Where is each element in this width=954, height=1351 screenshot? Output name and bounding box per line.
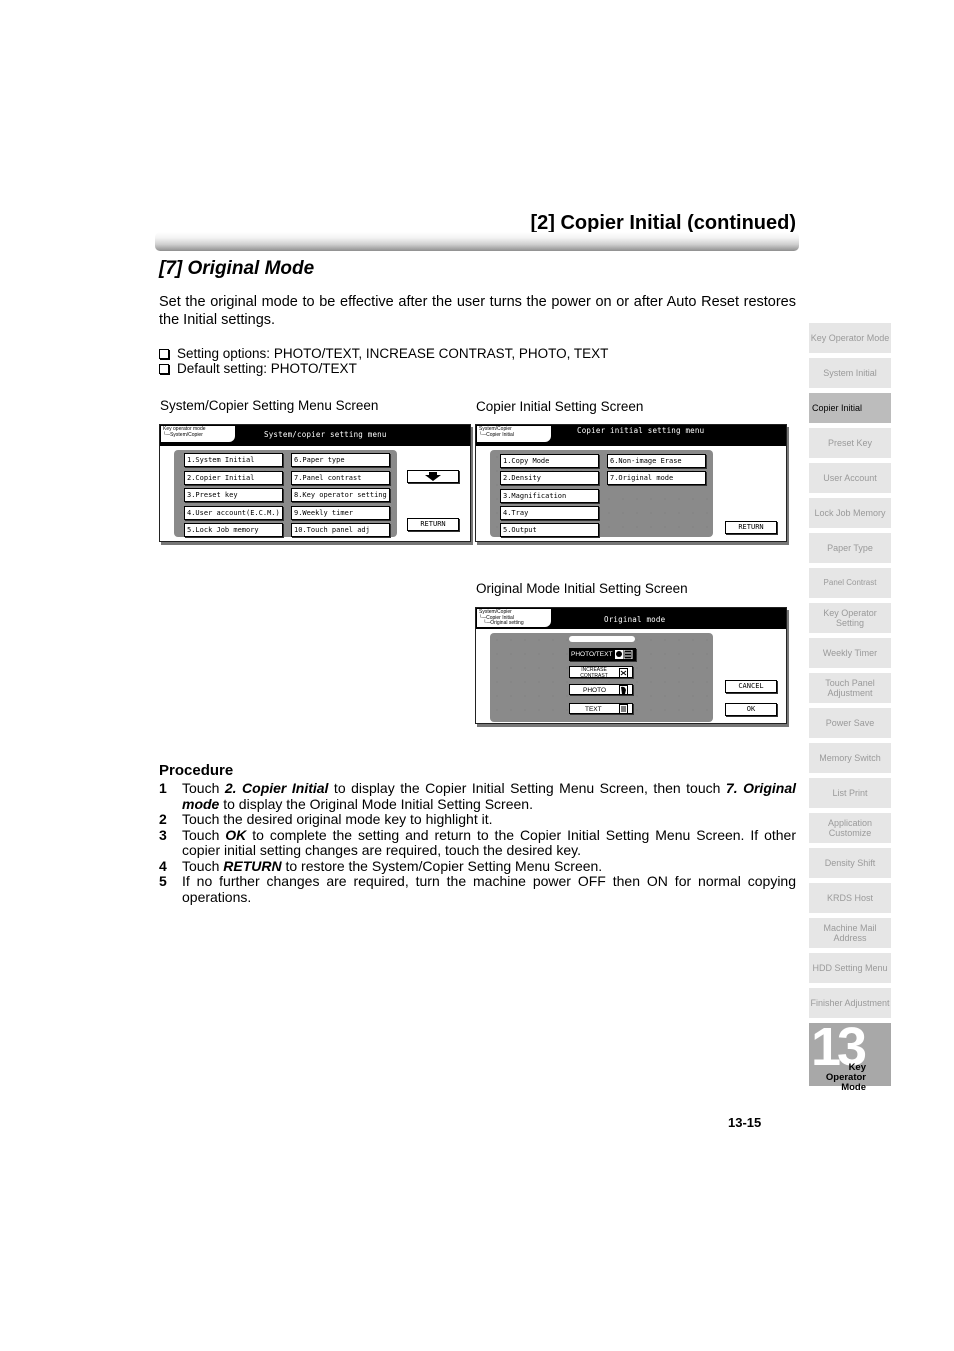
screen-title: Original mode (604, 615, 666, 624)
original-mode-screen: System/Copier └─Copier Initial └─Origina… (475, 607, 787, 724)
tab-paper-type[interactable]: Paper Type (809, 533, 891, 563)
tab-list-print[interactable]: List Print (809, 778, 891, 808)
procedure-step: 4 Touch RETURN to restore the System/Cop… (159, 857, 603, 874)
screen-header: System/Copier └─Copier Initial └─Origina… (476, 608, 786, 629)
menu-key[interactable]: 10.Touch panel adj (291, 523, 390, 537)
tab-hdd-setting-menu[interactable]: HDD Setting Menu (809, 953, 891, 983)
figure-caption: Copier Initial Setting Screen (476, 399, 644, 414)
title-bar-divider (155, 232, 799, 251)
tab-application-customize[interactable]: Application Customize (809, 813, 891, 843)
tab-krds-host[interactable]: KRDS Host (809, 883, 891, 913)
figure-caption: System/Copier Setting Menu Screen (160, 398, 379, 413)
breadcrumb: System/Copier └─Copier Initial (477, 426, 551, 442)
tab-system-initial[interactable]: System Initial (809, 358, 891, 388)
option-text[interactable]: TEXT (569, 703, 633, 714)
breadcrumb: System/Copier └─Copier Initial └─Origina… (477, 609, 551, 627)
option-photo-text[interactable]: PHOTO/TEXT (569, 648, 636, 661)
menu-key[interactable]: 6.Non-image Erase (607, 454, 706, 468)
menu-key[interactable]: 4.Tray (500, 506, 599, 520)
emphasis-copier-initial: 2. Copier Initial (224, 780, 329, 796)
system-copier-screen: Key operator mode └─System/Copier System… (159, 424, 471, 542)
procedure-steps: 1 Touch 2. Copier Initial to display the… (159, 780, 796, 905)
procedure-title: Procedure (159, 762, 234, 779)
bullet-item: Setting options: PHOTO/TEXT, INCREASE CO… (159, 346, 608, 361)
tab-machine-mail-address[interactable]: Machine Mail Address (809, 918, 891, 948)
copier-initial-screen: System/Copier └─Copier Initial Copier in… (475, 424, 787, 542)
intro-paragraph: Set the original mode to be effective af… (159, 294, 796, 328)
menu-key[interactable]: 4.User account(E.C.M.) (184, 506, 283, 520)
page-number: 13-15 (728, 1115, 762, 1130)
tab-density-shift[interactable]: Density Shift (809, 848, 891, 878)
menu-key[interactable]: 1.System Initial (184, 453, 283, 467)
screen-header: System/Copier └─Copier Initial Copier in… (476, 425, 786, 446)
option-photo[interactable]: PHOTO (569, 684, 633, 695)
checkbox-bullet-icon (159, 348, 169, 359)
menu-key[interactable]: 9.Weekly timer (291, 506, 390, 520)
menu-key[interactable]: 6.Paper type (291, 453, 390, 467)
photo-icon (619, 685, 628, 695)
menu-key[interactable]: 3.Magnification (500, 489, 599, 503)
option-increase-contrast[interactable]: INCREASE CONTRAST (569, 666, 633, 678)
screen-header: Key operator mode └─System/Copier System… (160, 425, 470, 446)
settings-bullets: Setting options: PHOTO/TEXT, INCREASE CO… (159, 346, 608, 376)
menu-key[interactable]: 2.Copier Initial (184, 471, 283, 485)
procedure-step: 5 If no further changes are required, tu… (159, 873, 796, 905)
menu-key[interactable]: 3.Preset key (184, 488, 283, 502)
emphasis-return: RETURN (223, 857, 282, 874)
menu-key[interactable]: 1.Copy Mode (500, 454, 599, 468)
procedure-step: 3 Touch OK to complete the setting and r… (159, 826, 796, 858)
tab-copier-initial[interactable]: Copier Initial (809, 393, 891, 423)
tab-panel-contrast[interactable]: Panel Contrast (809, 568, 891, 598)
tab-user-account[interactable]: User Account (809, 463, 891, 493)
menu-key[interactable]: 2.Density (500, 471, 599, 485)
tab-key-operator-mode[interactable]: Key Operator Mode (809, 323, 891, 353)
tab-lock-job-memory[interactable]: Lock Job Memory (809, 498, 891, 528)
next-page-button[interactable] (407, 470, 459, 483)
down-arrow-icon (425, 471, 441, 481)
tab-weekly-timer[interactable]: Weekly Timer (809, 638, 891, 668)
tab-memory-switch[interactable]: Memory Switch (809, 743, 891, 773)
chapter-tab-index: Key Operator Mode System Initial Copier … (809, 323, 891, 1023)
subsection-title: [7] Original Mode (159, 258, 315, 279)
emphasis-ok: OK (225, 826, 247, 843)
bullet-item: Default setting: PHOTO/TEXT (159, 361, 608, 376)
menu-key[interactable]: 5.Output (500, 523, 599, 537)
tab-touch-panel-adjustment[interactable]: Touch Panel Adjustment (809, 673, 891, 703)
figure-caption: Original Mode Initial Setting Screen (476, 581, 688, 596)
menu-key[interactable]: 5.Lock Job memory (184, 523, 283, 537)
cancel-button[interactable]: CANCEL (725, 680, 777, 693)
text-icon (619, 704, 628, 714)
tab-key-operator-setting[interactable]: Key Operator Setting (809, 603, 891, 633)
menu-key[interactable]: 7.Panel contrast (291, 471, 390, 485)
ok-button[interactable]: OK (725, 703, 777, 716)
tab-finisher-adjustment[interactable]: Finisher Adjustment (809, 988, 891, 1018)
screen-title: System/copier setting menu (264, 430, 387, 439)
breadcrumb: Key operator mode └─System/Copier (161, 426, 235, 442)
menu-key[interactable]: 8.Key operator setting (291, 488, 390, 502)
tab-power-save[interactable]: Power Save (809, 708, 891, 738)
menu-key[interactable]: 7.Original mode (607, 471, 706, 485)
tab-preset-key[interactable]: Preset Key (809, 428, 891, 458)
chapter-marker: 13 Key Operator Mode (809, 1017, 891, 1093)
checkbox-bullet-icon (159, 363, 169, 374)
photo-text-icon (615, 650, 633, 659)
screen-title: Copier initial setting menu (577, 426, 705, 435)
mode-indicator (569, 636, 635, 642)
return-button[interactable]: RETURN (407, 518, 459, 531)
procedure-step: 2 Touch the desired original mode key to… (159, 811, 493, 827)
return-button[interactable]: RETURN (725, 521, 777, 534)
contrast-icon (619, 668, 628, 678)
procedure-step: 1 Touch 2. Copier Initial to display the… (159, 780, 796, 812)
chapter-label: Key Operator Mode (825, 1062, 866, 1093)
